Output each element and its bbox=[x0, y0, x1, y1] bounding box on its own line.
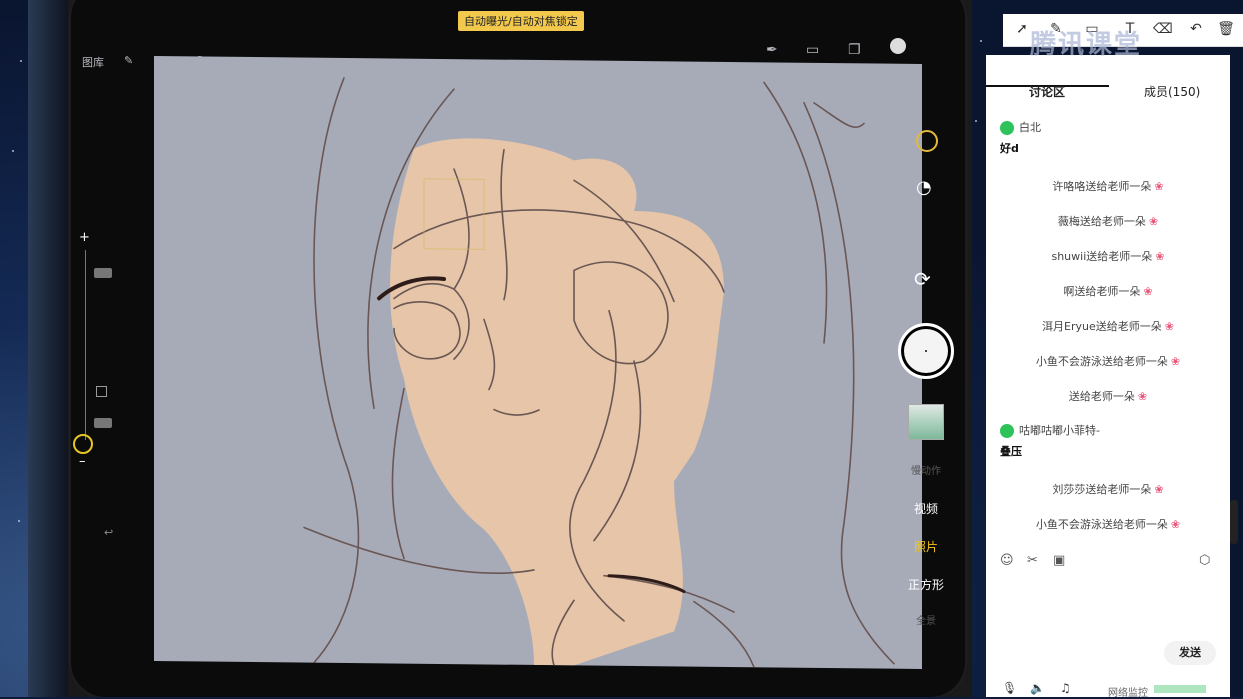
chat-tabs: 讨论区 成员(150) bbox=[986, 69, 1230, 109]
flower-icon: ❀ bbox=[1170, 355, 1181, 368]
minus-icon: – bbox=[79, 454, 86, 469]
opacity-handle bbox=[94, 418, 112, 428]
plus-icon: + bbox=[79, 230, 90, 245]
exposure-lock-banner: 自动曝光/自动对焦锁定 bbox=[458, 11, 584, 31]
drawing-canvas bbox=[154, 55, 922, 670]
scrollbar[interactable] bbox=[1230, 500, 1238, 544]
mode-video[interactable]: 视频 bbox=[896, 500, 956, 517]
flower-icon: ❀ bbox=[1164, 320, 1174, 333]
mode-photo[interactable]: 照片 bbox=[896, 538, 956, 555]
music-icon[interactable]: ♫ bbox=[1060, 681, 1071, 695]
message-text: 叠压 bbox=[1000, 445, 1022, 458]
image-icon[interactable]: ▣ bbox=[1053, 553, 1065, 568]
gift-message: 薇梅送给老师一朵 ❀ bbox=[986, 213, 1230, 229]
tab-members[interactable]: 成员(150) bbox=[1144, 83, 1200, 100]
undo-square-icon bbox=[96, 386, 107, 397]
message-user: 白北 bbox=[1000, 119, 1041, 135]
gift-text: shuwii送给老师一朵 bbox=[1051, 250, 1153, 263]
gift-message: 送给老师一朵 ❀ bbox=[986, 388, 1230, 404]
mode-square[interactable]: 正方形 bbox=[896, 576, 956, 593]
send-button[interactable]: 发送 bbox=[1164, 641, 1216, 665]
gift-text: 刘莎莎送给老师一朵 bbox=[1052, 483, 1152, 496]
background-edge bbox=[28, 0, 68, 697]
camera-feed: 图库 ✎ ⁄ S ➚ ✒ ▭ ❐ + – ↩ bbox=[28, 0, 972, 697]
wechat-icon bbox=[1000, 424, 1014, 438]
gift-text: 洱月Eryue送给老师一朵 bbox=[1042, 320, 1162, 333]
slider-track bbox=[85, 250, 86, 440]
flower-icon: ❀ bbox=[1155, 250, 1165, 263]
gift-message: shuwii送给老师一朵 ❀ bbox=[986, 248, 1230, 264]
pointer-icon[interactable]: ➚ bbox=[1013, 20, 1031, 38]
timer-icon[interactable]: ◔ bbox=[916, 177, 932, 198]
eraser-tool-icon: ▭ bbox=[806, 42, 820, 58]
sketch-artwork bbox=[303, 77, 895, 669]
switch-camera-icon[interactable]: ⟳ bbox=[914, 267, 931, 291]
bottom-bar: 🎙 🔈 ♫ 网络监控 bbox=[986, 677, 1230, 699]
gift-text: 送给老师一朵 bbox=[1068, 390, 1135, 403]
settings-icon[interactable]: ⬡ bbox=[1199, 553, 1210, 568]
color-swatch bbox=[890, 38, 906, 54]
wechat-icon bbox=[1000, 121, 1014, 135]
gift-text: 许咯咯送给老师一朵 bbox=[1052, 180, 1152, 193]
last-photo-thumbnail[interactable] bbox=[908, 404, 944, 440]
scissors-icon[interactable]: ✂ bbox=[1027, 553, 1038, 568]
emoji-icon[interactable]: ☺ bbox=[1000, 553, 1014, 568]
speaker-icon[interactable]: 🔈 bbox=[1030, 681, 1045, 695]
message-username: 咕嘟咕嘟小菲特- bbox=[1019, 424, 1100, 437]
shutter-button[interactable] bbox=[898, 323, 954, 379]
tab-discussion[interactable]: 讨论区 bbox=[1029, 83, 1065, 100]
brand-watermark: 腾讯课堂 bbox=[1030, 30, 1143, 60]
microphone-icon[interactable]: 🎙 bbox=[1002, 681, 1017, 695]
flower-icon: ❀ bbox=[1143, 285, 1153, 298]
message-text: 好d bbox=[1000, 142, 1019, 155]
flower-icon: ❀ bbox=[1154, 483, 1164, 496]
mode-slow-motion[interactable]: 慢动作 bbox=[896, 462, 956, 477]
flower-icon: ❀ bbox=[1170, 518, 1181, 531]
chat-panel: 讨论区 成员(150) 白北 好d 许咯咯送给老师一朵 ❀ 薇梅送给老师一朵 ❀ s… bbox=[986, 55, 1230, 699]
network-bar bbox=[1154, 685, 1206, 693]
wrench-icon: ✎ bbox=[124, 54, 134, 67]
gift-message: 许咯咯送给老师一朵 ❀ bbox=[986, 178, 1230, 194]
gift-text: 小鱼不会游泳送给老师一朵 bbox=[1035, 355, 1168, 368]
brightness-slider: + – bbox=[73, 230, 112, 470]
gift-message: 啊送给老师一朵 ❀ bbox=[986, 283, 1230, 299]
message-username: 白北 bbox=[1019, 121, 1041, 134]
gift-text: 啊送给老师一朵 bbox=[1063, 285, 1141, 298]
brush-icon: ✒ bbox=[766, 42, 778, 58]
gift-message: 小鱼不会游泳送给老师一朵 ❀ bbox=[986, 353, 1230, 369]
gift-message: 小鱼不会游泳送给老师一朵 ❀ bbox=[986, 516, 1230, 532]
gift-text: 小鱼不会游泳送给老师一朵 bbox=[1035, 518, 1168, 531]
flower-icon: ❀ bbox=[1154, 180, 1164, 193]
gift-message: 洱月Eryue送给老师一朵 ❀ bbox=[986, 318, 1230, 334]
gallery-label: 图库 bbox=[82, 56, 104, 69]
gift-text: 薇梅送给老师一朵 bbox=[1057, 215, 1146, 228]
message-user: 咕嘟咕嘟小菲特- bbox=[1000, 422, 1100, 438]
flower-icon: ❀ bbox=[1148, 215, 1159, 228]
gift-message: 刘莎莎送给老师一朵 ❀ bbox=[986, 481, 1230, 497]
flower-icon: ❀ bbox=[1137, 390, 1148, 403]
redo-icon: ↩ bbox=[104, 526, 114, 539]
layers-icon: ❐ bbox=[848, 42, 861, 58]
live-photo-icon[interactable] bbox=[916, 130, 938, 152]
size-handle bbox=[94, 268, 112, 278]
exposure-sun-icon bbox=[73, 434, 93, 454]
mode-pano[interactable]: 全景 bbox=[896, 612, 956, 627]
